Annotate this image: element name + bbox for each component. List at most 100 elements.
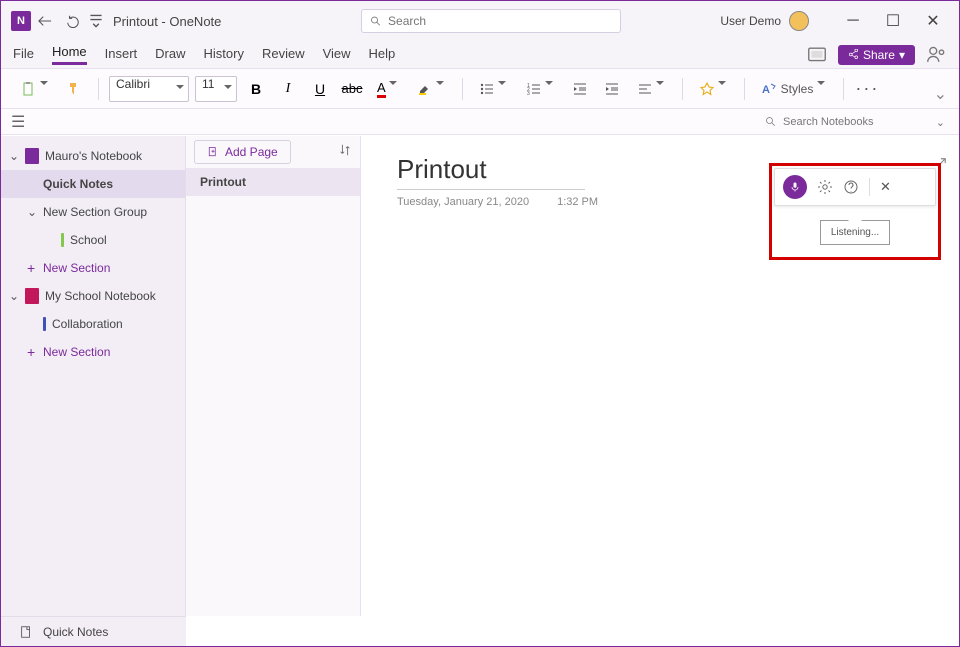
bullets-button[interactable]	[473, 76, 514, 102]
page-time: 1:32 PM	[557, 196, 598, 208]
highlight-button[interactable]	[411, 76, 452, 102]
dictation-tooltip: Listening...	[820, 220, 890, 245]
chevron-down-icon	[176, 85, 184, 93]
chevron-down-icon: ⌄	[9, 289, 19, 303]
page-item-printout[interactable]: Printout	[186, 168, 360, 196]
chevron-down-icon	[545, 81, 555, 89]
add-page-icon	[207, 146, 219, 158]
share-icon	[848, 49, 859, 60]
styles-icon: A	[761, 81, 777, 97]
user-name-label: User Demo	[720, 14, 781, 28]
sidebar-item-label: New Section	[43, 261, 110, 275]
sidebar-item-school[interactable]: School	[1, 226, 185, 254]
quick-access-dropdown[interactable]	[87, 7, 105, 35]
sidebar-item-collaboration[interactable]: Collaboration	[1, 310, 185, 338]
menu-home[interactable]: Home	[52, 44, 87, 65]
notebook-sidebar: ⌄Mauro's NotebookQuick Notes⌄New Section…	[1, 136, 186, 616]
sidebar-item-my-school-notebook[interactable]: ⌄My School Notebook	[1, 282, 185, 310]
outdent-button[interactable]	[567, 76, 593, 102]
sort-pages-icon[interactable]	[338, 143, 352, 162]
more-commands-button[interactable]: ···	[854, 76, 880, 102]
plus-icon: +	[27, 260, 37, 276]
page-title[interactable]: Printout	[397, 154, 585, 190]
section-icon	[43, 317, 46, 331]
add-page-label: Add Page	[225, 145, 278, 159]
nav-toggle-icon[interactable]: ☰	[11, 112, 25, 132]
menu-review[interactable]: Review	[262, 46, 305, 64]
minimize-button[interactable]: ─	[833, 6, 873, 36]
global-search[interactable]	[361, 9, 621, 33]
back-button[interactable]	[31, 7, 59, 35]
share-label: Share	[863, 48, 895, 62]
sidebar-item-new-section[interactable]: + New Section	[1, 254, 185, 282]
menubar: FileHomeInsertDrawHistoryReviewViewHelp …	[1, 41, 959, 69]
sidebar-item-new-section[interactable]: + New Section	[1, 338, 185, 366]
search-input[interactable]	[388, 14, 612, 28]
section-icon	[61, 233, 64, 247]
mic-icon	[789, 181, 801, 193]
menu-file[interactable]: File	[13, 46, 34, 64]
chevron-down-icon	[656, 81, 666, 89]
tags-button[interactable]	[693, 76, 734, 102]
share-button[interactable]: Share ▾	[838, 45, 915, 65]
styles-label: Styles	[781, 82, 814, 96]
paste-button[interactable]	[15, 76, 56, 102]
sidebar-item-new-section-group[interactable]: ⌄New Section Group	[1, 198, 185, 226]
search-icon	[370, 15, 382, 28]
page-icon	[19, 625, 33, 639]
chevron-down-icon	[436, 81, 446, 89]
chevron-down-icon	[817, 81, 827, 89]
menu-help[interactable]: Help	[369, 46, 396, 64]
undo-button[interactable]	[59, 7, 87, 35]
collapse-ribbon-icon[interactable]: ⌄	[934, 84, 947, 104]
menu-draw[interactable]: Draw	[155, 46, 185, 64]
font-name-select[interactable]: Calibri	[109, 76, 189, 102]
gear-icon[interactable]	[817, 179, 833, 195]
chevron-down-icon: ⌄	[936, 116, 945, 129]
user-area[interactable]: User Demo	[720, 11, 809, 31]
chevron-down-icon: ▾	[899, 48, 905, 62]
plus-icon: +	[27, 344, 37, 360]
font-size-select[interactable]: 11	[195, 76, 237, 102]
avatar[interactable]	[789, 11, 809, 31]
maximize-button[interactable]: ☐	[873, 6, 913, 36]
align-button[interactable]	[631, 76, 672, 102]
onenote-app-icon: N	[11, 11, 31, 31]
dictation-close-button[interactable]: ✕	[880, 179, 891, 195]
mic-button[interactable]	[783, 175, 807, 199]
sidebar-item-label: Mauro's Notebook	[45, 149, 142, 163]
menu-history[interactable]: History	[204, 46, 244, 64]
strikethrough-button[interactable]: abc	[339, 76, 365, 102]
font-color-button[interactable]: A	[371, 76, 405, 102]
numbering-button[interactable]: 123	[520, 76, 561, 102]
help-icon[interactable]	[843, 179, 859, 195]
meet-now-icon[interactable]	[925, 44, 947, 66]
italic-button[interactable]: I	[275, 76, 301, 102]
sidebar-item-label: New Section	[43, 345, 110, 359]
underline-button[interactable]: U	[307, 76, 333, 102]
chevron-down-icon	[224, 85, 232, 93]
sidebar-item-quick-notes[interactable]: Quick Notes	[1, 170, 185, 198]
menu-insert[interactable]: Insert	[105, 46, 138, 64]
sidebar-item-mauro-s-notebook[interactable]: ⌄Mauro's Notebook	[1, 142, 185, 170]
page-date: Tuesday, January 21, 2020	[397, 196, 529, 208]
close-button[interactable]: ✕	[913, 6, 953, 36]
chevron-down-icon	[389, 81, 399, 89]
notebook-search[interactable]: Search Notebooks ⌄	[765, 112, 945, 132]
open-in-desktop-icon[interactable]	[806, 44, 828, 66]
chevron-down-icon	[718, 81, 728, 89]
sidebar-item-label: Quick Notes	[43, 177, 113, 191]
notebook-icon	[25, 288, 39, 304]
styles-button[interactable]: A Styles	[755, 76, 834, 102]
add-page-button[interactable]: Add Page	[194, 140, 291, 164]
notebook-icon	[25, 148, 39, 164]
indent-button[interactable]	[599, 76, 625, 102]
titlebar: N Printout - OneNote User Demo ─ ☐ ✕	[1, 1, 959, 41]
format-painter-button[interactable]	[62, 76, 88, 102]
footer-quicknotes[interactable]: Quick Notes	[1, 616, 186, 646]
window-controls: ─ ☐ ✕	[833, 6, 953, 36]
bold-button[interactable]: B	[243, 76, 269, 102]
dictation-callout: ✕ Listening...	[769, 163, 941, 260]
menu-view[interactable]: View	[323, 46, 351, 64]
navigation-bar: ☰ Search Notebooks ⌄	[1, 109, 959, 135]
